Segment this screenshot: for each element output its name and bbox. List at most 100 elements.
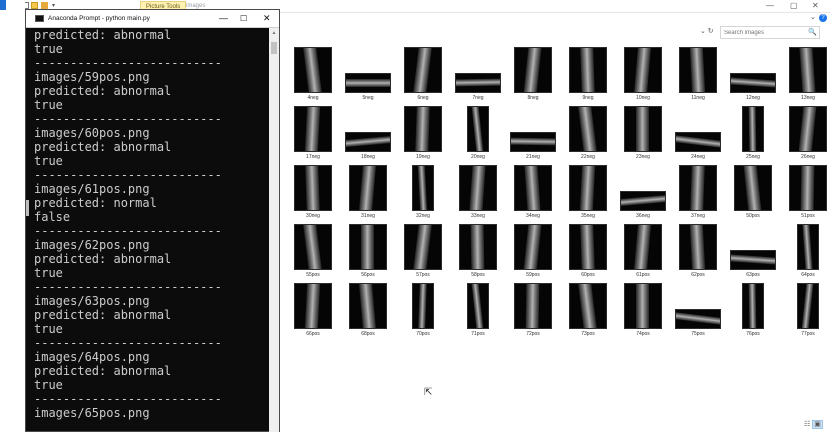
thumbnail-item[interactable]: 13neg [779, 46, 830, 104]
thumbnail-item[interactable]: 66pos [284, 282, 342, 340]
window-resize-handle[interactable] [26, 200, 29, 216]
thumbnail-item[interactable]: 70pos [394, 282, 452, 340]
thumbnail-filename: 66pos [306, 331, 320, 337]
explorer-minimize-button[interactable]: — [766, 1, 774, 10]
thumbnail-item[interactable]: 24neg [669, 105, 727, 163]
thumbnail-item[interactable]: 50pos [724, 164, 782, 222]
thumbnail-item[interactable]: 6neg [394, 46, 452, 104]
thumbnail-item[interactable]: 71pos [449, 282, 507, 340]
xray-thumbnail-image [459, 224, 497, 270]
xray-thumbnail-image [569, 224, 607, 270]
xray-thumbnail-image [679, 165, 717, 211]
explorer-maximize-button[interactable]: ▢ [790, 1, 798, 10]
search-input[interactable] [721, 27, 810, 38]
cmd-minimize-button[interactable]: — [219, 10, 228, 27]
thumbnail-item[interactable]: 10neg [614, 46, 672, 104]
thumbnail-item[interactable]: 35neg [559, 164, 617, 222]
large-icons-view-icon[interactable]: ▣ [812, 420, 823, 429]
thumbnail-item[interactable]: 72pos [504, 282, 562, 340]
thumbnail-item[interactable]: 55pos [284, 223, 342, 281]
thumbnail-item[interactable]: 61pos [614, 223, 672, 281]
thumbnail-item[interactable]: 34neg [504, 164, 562, 222]
xray-thumbnail-image [797, 283, 819, 329]
xray-thumbnail-image [624, 283, 662, 329]
thumbnail-item[interactable]: 59pos [504, 223, 562, 281]
collapse-ribbon-icon[interactable]: ⌄ [810, 13, 816, 21]
thumbnail-filename: 13neg [801, 95, 815, 101]
folder-icon[interactable] [41, 2, 48, 9]
thumbnail-item[interactable]: 60pos [559, 223, 617, 281]
thumbnail-item[interactable]: 31neg [339, 164, 397, 222]
details-view-icon[interactable]: ☷ [804, 421, 810, 428]
cmd-close-button[interactable]: ✕ [263, 10, 271, 27]
scroll-up-arrow-icon[interactable]: ▲ [270, 29, 278, 37]
help-icon[interactable]: ? [819, 14, 827, 22]
thumbnail-filename: 32neg [416, 213, 430, 219]
xray-thumbnail-image [404, 106, 442, 152]
thumbnail-item[interactable]: 9neg [559, 46, 617, 104]
thumbnail-item[interactable]: 37neg [669, 164, 727, 222]
thumbnail-filename: 58pos [471, 272, 485, 278]
thumbnail-item[interactable]: 22neg [559, 105, 617, 163]
thumbnail-item[interactable]: 64pos [779, 223, 830, 281]
console-line: -------------------------- [34, 168, 222, 182]
thumbnail-item[interactable]: 4neg [284, 46, 342, 104]
explorer-close-button[interactable]: ✕ [812, 1, 819, 10]
address-bar-controls[interactable]: ⌄ ↻ [700, 27, 714, 35]
cmd-titlebar[interactable]: Anaconda Prompt - python main.py — ☐ ✕ [26, 10, 279, 28]
thumbnail-item[interactable]: 75pos [669, 282, 727, 340]
thumbnail-filename: 6neg [417, 95, 429, 101]
search-box[interactable]: 🔍 [720, 26, 820, 39]
thumbnail-item[interactable]: 74pos [614, 282, 672, 340]
thumbnail-item[interactable]: 26neg [779, 105, 830, 163]
thumbnail-item[interactable]: 58pos [449, 223, 507, 281]
thumbnail-filename: 36neg [636, 213, 650, 219]
thumbnail-filename: 8neg [527, 95, 539, 101]
thumbnail-filename: 61pos [636, 272, 650, 278]
thumbnail-filename: 55pos [306, 272, 320, 278]
thumbnail-item[interactable]: 11neg [669, 46, 727, 104]
thumbnail-item[interactable]: 32neg [394, 164, 452, 222]
thumbnail-item[interactable]: 8neg [504, 46, 562, 104]
console-scrollbar[interactable]: ▲ [269, 28, 279, 432]
console-output[interactable]: predicted: abnormal true -----------------… [34, 28, 269, 432]
console-line: predicted: normal [34, 196, 157, 210]
new-folder-icon[interactable] [31, 2, 38, 9]
console-line: -------------------------- [34, 392, 222, 406]
thumbnail-item[interactable]: 25neg [724, 105, 782, 163]
anaconda-prompt-window[interactable]: Anaconda Prompt - python main.py — ☐ ✕ p… [25, 9, 280, 432]
thumbnail-filename: 17neg [306, 154, 320, 160]
thumbnail-item[interactable]: 19neg [394, 105, 452, 163]
thumbnail-item[interactable]: 73pos [559, 282, 617, 340]
thumbnail-item[interactable]: 76pos [724, 282, 782, 340]
thumbnail-item[interactable]: 57pos [394, 223, 452, 281]
thumbnail-item[interactable]: 17neg [284, 105, 342, 163]
thumbnail-filename: 50pos [746, 213, 760, 219]
thumbnail-item[interactable]: 12neg [724, 46, 782, 104]
thumbnail-filename: 56pos [361, 272, 375, 278]
thumbnail-item[interactable]: 21neg [504, 105, 562, 163]
console-line: -------------------------- [34, 112, 222, 126]
cmd-maximize-button[interactable]: ☐ [240, 10, 247, 27]
thumbnail-item[interactable]: 62pos [669, 223, 727, 281]
search-icon[interactable]: 🔍 [808, 28, 817, 37]
thumbnail-item[interactable]: 77pos [779, 282, 830, 340]
thumbnail-item[interactable]: 7neg [449, 46, 507, 104]
xray-thumbnail-image [514, 283, 552, 329]
scrollbar-thumb[interactable] [271, 42, 277, 54]
xray-thumbnail-image [789, 47, 827, 93]
thumbnail-item[interactable]: 68pos [339, 282, 397, 340]
thumbnail-item[interactable]: 5neg [339, 46, 397, 104]
thumbnail-item[interactable]: 18neg [339, 105, 397, 163]
thumbnail-item[interactable]: 23neg [614, 105, 672, 163]
thumbnail-item[interactable]: 36neg [614, 164, 672, 222]
thumbnail-item[interactable]: 20neg [449, 105, 507, 163]
console-line: true [34, 322, 63, 336]
console-line: images/60pos.png [34, 126, 150, 140]
thumbnail-item[interactable]: 33neg [449, 164, 507, 222]
thumbnail-item[interactable]: 63pos [724, 223, 782, 281]
thumbnail-item[interactable]: 30neg [284, 164, 342, 222]
thumbnail-filename: 7neg [472, 95, 484, 101]
thumbnail-item[interactable]: 51pos [779, 164, 830, 222]
thumbnail-item[interactable]: 56pos [339, 223, 397, 281]
